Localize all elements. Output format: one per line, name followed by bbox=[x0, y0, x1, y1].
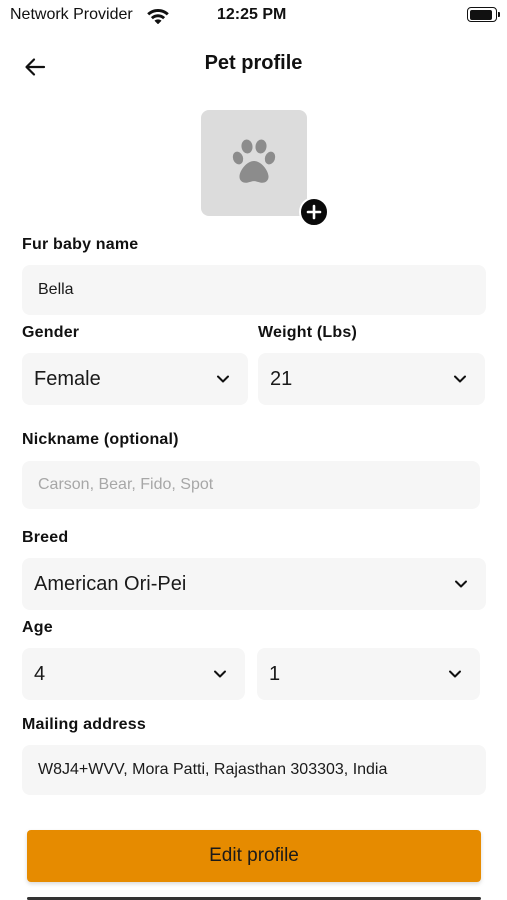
gender-value: Female bbox=[34, 367, 101, 390]
page-title: Pet profile bbox=[204, 52, 303, 74]
paw-icon bbox=[232, 139, 276, 183]
chevron-down-icon bbox=[449, 670, 461, 678]
name-value: Bella bbox=[38, 281, 74, 298]
wifi-icon bbox=[147, 9, 169, 24]
battery-level bbox=[469, 9, 492, 20]
age-years-select[interactable]: 4 bbox=[22, 648, 245, 700]
name-input[interactable]: Bella bbox=[22, 265, 486, 315]
nickname-label: Nickname (optional) bbox=[22, 431, 179, 448]
pet-photo[interactable] bbox=[201, 110, 307, 216]
chevron-down-icon bbox=[455, 580, 467, 588]
edit-profile-label: Edit profile bbox=[209, 845, 299, 866]
weight-select[interactable]: 21 bbox=[258, 353, 485, 405]
edit-profile-button[interactable]: Edit profile bbox=[27, 830, 481, 882]
nickname-placeholder: Carson, Bear, Fido, Spot bbox=[38, 476, 214, 493]
weight-value: 21 bbox=[270, 367, 293, 390]
clock: 12:25 PM bbox=[217, 6, 287, 23]
weight-label: Weight (Lbs) bbox=[258, 324, 357, 341]
breed-value: American Ori-Pei bbox=[34, 572, 187, 595]
status-bar: Network Provider 12:25 PM bbox=[0, 0, 507, 32]
address-input[interactable]: W8J4+WVV, Mora Patti, Rajasthan 303303, … bbox=[22, 745, 486, 795]
add-photo-button[interactable] bbox=[299, 197, 329, 227]
plus-icon bbox=[306, 204, 322, 220]
address-label: Mailing address bbox=[22, 716, 146, 733]
chevron-down-icon bbox=[217, 375, 229, 383]
nickname-input[interactable]: Carson, Bear, Fido, Spot bbox=[22, 461, 480, 509]
address-value: W8J4+WVV, Mora Patti, Rajasthan 303303, … bbox=[38, 761, 388, 778]
age-years-value: 4 bbox=[34, 662, 46, 685]
age-months-value: 1 bbox=[269, 662, 281, 685]
carrier-name: Network Provider bbox=[10, 6, 133, 23]
age-months-select[interactable]: 1 bbox=[257, 648, 480, 700]
chevron-down-icon bbox=[214, 670, 226, 678]
breed-label: Breed bbox=[22, 529, 69, 546]
name-label: Fur baby name bbox=[22, 236, 139, 253]
gender-label: Gender bbox=[22, 324, 80, 341]
breed-select[interactable]: American Ori-Pei bbox=[22, 558, 486, 610]
gender-select[interactable]: Female bbox=[22, 353, 248, 405]
chevron-down-icon bbox=[454, 375, 466, 383]
age-label: Age bbox=[22, 619, 53, 636]
battery-icon bbox=[467, 7, 500, 22]
